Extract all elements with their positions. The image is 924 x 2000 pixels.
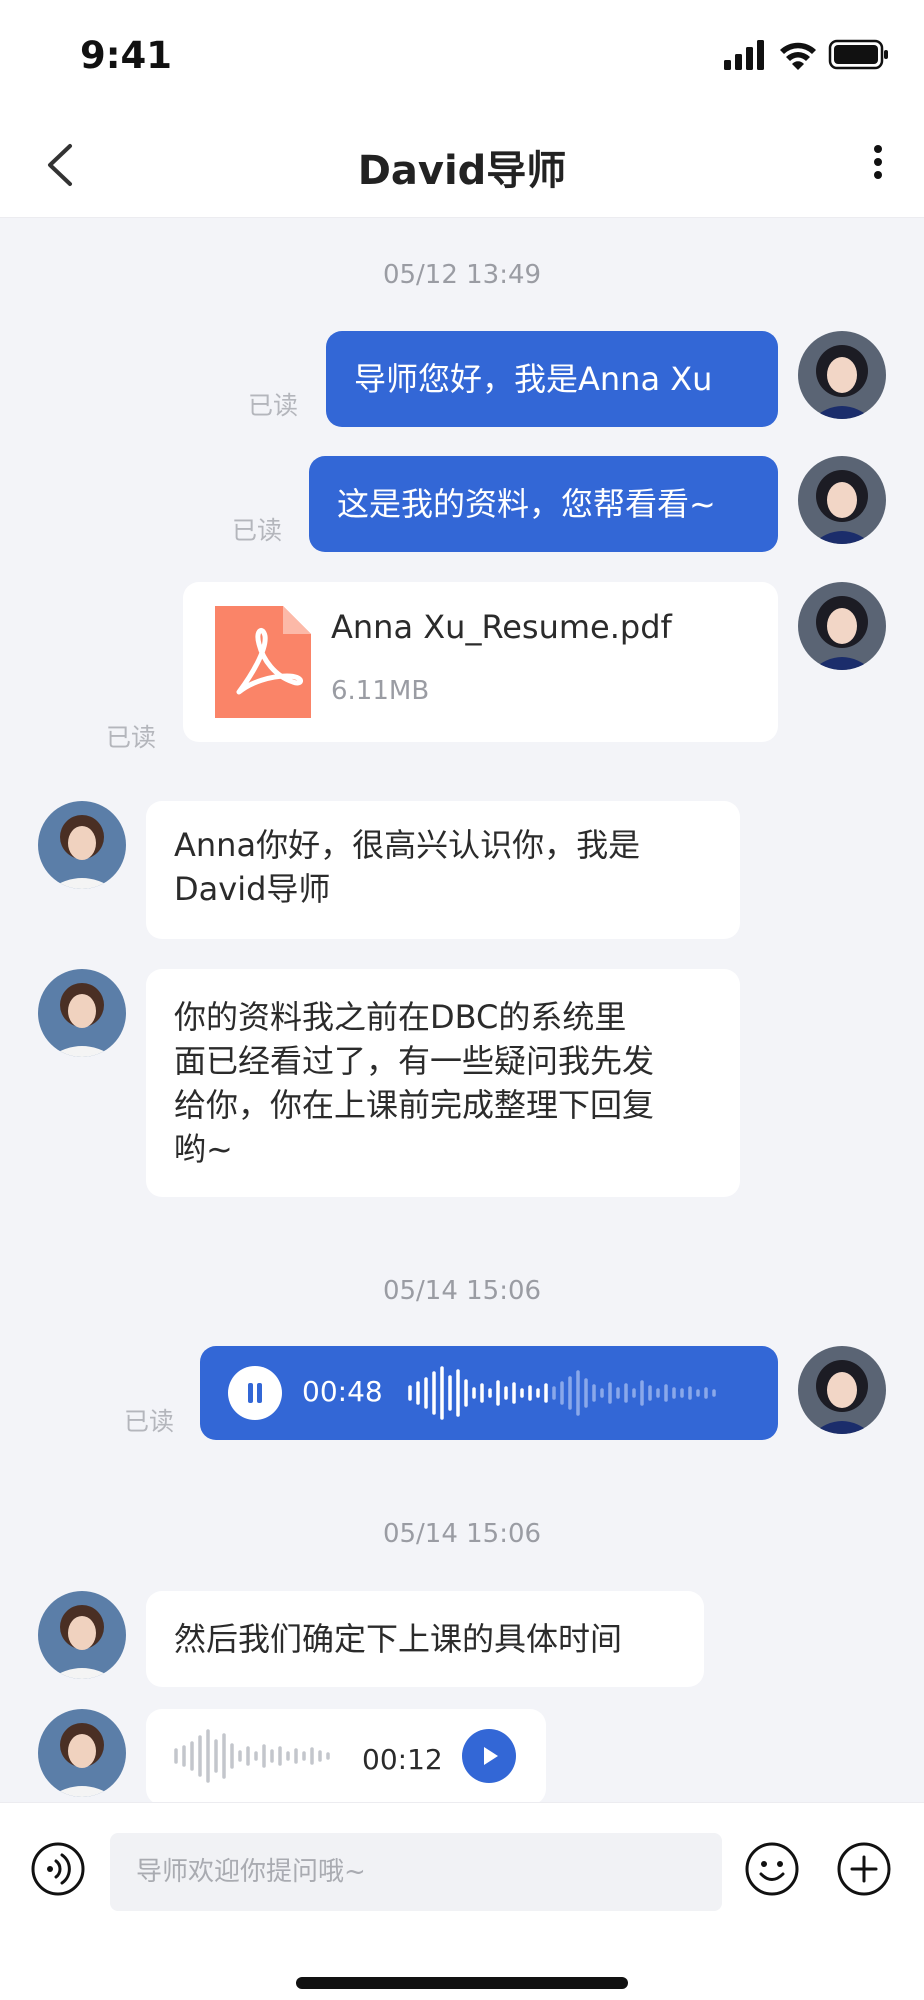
add-button[interactable] xyxy=(836,1841,892,1897)
input-bar xyxy=(0,1802,924,2000)
avatar-anna[interactable] xyxy=(798,1346,886,1434)
message-text-line: 给你，你在上课前完成整理下回复 xyxy=(174,1086,655,1124)
wifi-icon xyxy=(780,42,816,70)
pdf-icon xyxy=(215,606,311,718)
status-icons xyxy=(724,38,890,72)
play-icon xyxy=(484,1747,498,1765)
pause-icon xyxy=(248,1383,262,1403)
read-status: 已读 xyxy=(232,516,283,545)
battery-icon xyxy=(828,39,888,70)
waveform-icon xyxy=(408,1366,716,1420)
message-bubble-received[interactable]: 然后我们确定下上课的具体时间 xyxy=(146,1591,704,1687)
message-bubble-sent[interactable]: 导师您好，我是Anna Xu xyxy=(326,331,778,427)
more-button[interactable] xyxy=(868,138,888,188)
voice-message-sent[interactable]: 00:48 xyxy=(200,1346,778,1440)
smile-icon xyxy=(745,1842,799,1896)
more-vertical-icon xyxy=(874,145,882,179)
chat-area[interactable]: 05/12 13:49 已读 导师您好，我是Anna Xu 已读 这是我的资料，… xyxy=(0,218,924,1802)
timestamp: 05/14 15:06 xyxy=(382,1276,542,1306)
avatar-anna[interactable] xyxy=(798,456,886,544)
read-status: 已读 xyxy=(106,723,157,752)
timestamp: 05/14 15:06 xyxy=(382,1519,542,1549)
message-text-line: 哟~ xyxy=(174,1130,233,1168)
avatar-david[interactable] xyxy=(38,1591,126,1679)
home-indicator xyxy=(296,1977,628,1989)
message-bubble-sent[interactable]: 这是我的资料，您帮看看~ xyxy=(309,456,778,552)
status-bar: 9:41 xyxy=(0,0,924,110)
message-text: 导师您好，我是Anna Xu xyxy=(354,360,713,398)
avatar-anna[interactable] xyxy=(798,582,886,670)
message-text-line: 你的资料我之前在DBC的系统里 xyxy=(174,998,627,1036)
message-text: 然后我们确定下上课的具体时间 xyxy=(174,1620,623,1658)
message-bubble-received[interactable]: Anna你好，很高兴认识你，我是 David导师 xyxy=(146,801,740,939)
message-bubble-received[interactable]: 你的资料我之前在DBC的系统里 面已经看过了，有一些疑问我先发 给你，你在上课前… xyxy=(146,969,740,1197)
file-message[interactable]: Anna Xu_Resume.pdf 6.11MB xyxy=(183,582,778,742)
avatar-anna[interactable] xyxy=(798,331,886,419)
message-text-line: David导师 xyxy=(174,870,331,908)
nav-bar: David导师 xyxy=(0,110,924,218)
voice-icon xyxy=(31,1842,85,1896)
page-title: David导师 xyxy=(357,148,567,194)
avatar-david[interactable] xyxy=(38,801,126,889)
read-status: 已读 xyxy=(124,1407,175,1436)
message-text-line: 面已经看过了，有一些疑问我先发 xyxy=(174,1042,655,1080)
timestamp: 05/12 13:49 xyxy=(382,260,542,290)
voice-input-button[interactable] xyxy=(30,1841,86,1897)
voice-duration: 00:48 xyxy=(302,1375,383,1408)
pause-button[interactable] xyxy=(228,1366,282,1420)
message-text: 这是我的资料，您帮看看~ xyxy=(337,485,716,523)
message-text-line: Anna你好，很高兴认识你，我是 xyxy=(174,826,641,864)
file-name: Anna Xu_Resume.pdf xyxy=(331,608,672,646)
waveform-icon xyxy=(174,1729,330,1783)
play-button[interactable] xyxy=(462,1729,516,1783)
emoji-button[interactable] xyxy=(744,1841,800,1897)
message-input[interactable] xyxy=(110,1833,722,1911)
voice-message-received[interactable]: 00:12 xyxy=(146,1709,546,1802)
plus-icon xyxy=(837,1842,891,1896)
voice-duration: 00:12 xyxy=(362,1743,443,1776)
avatar-david[interactable] xyxy=(38,969,126,1057)
read-status: 已读 xyxy=(248,391,299,420)
avatar-david[interactable] xyxy=(38,1709,126,1797)
signal-icon xyxy=(724,40,764,70)
status-time: 9:41 xyxy=(80,34,173,77)
file-size: 6.11MB xyxy=(331,676,430,706)
